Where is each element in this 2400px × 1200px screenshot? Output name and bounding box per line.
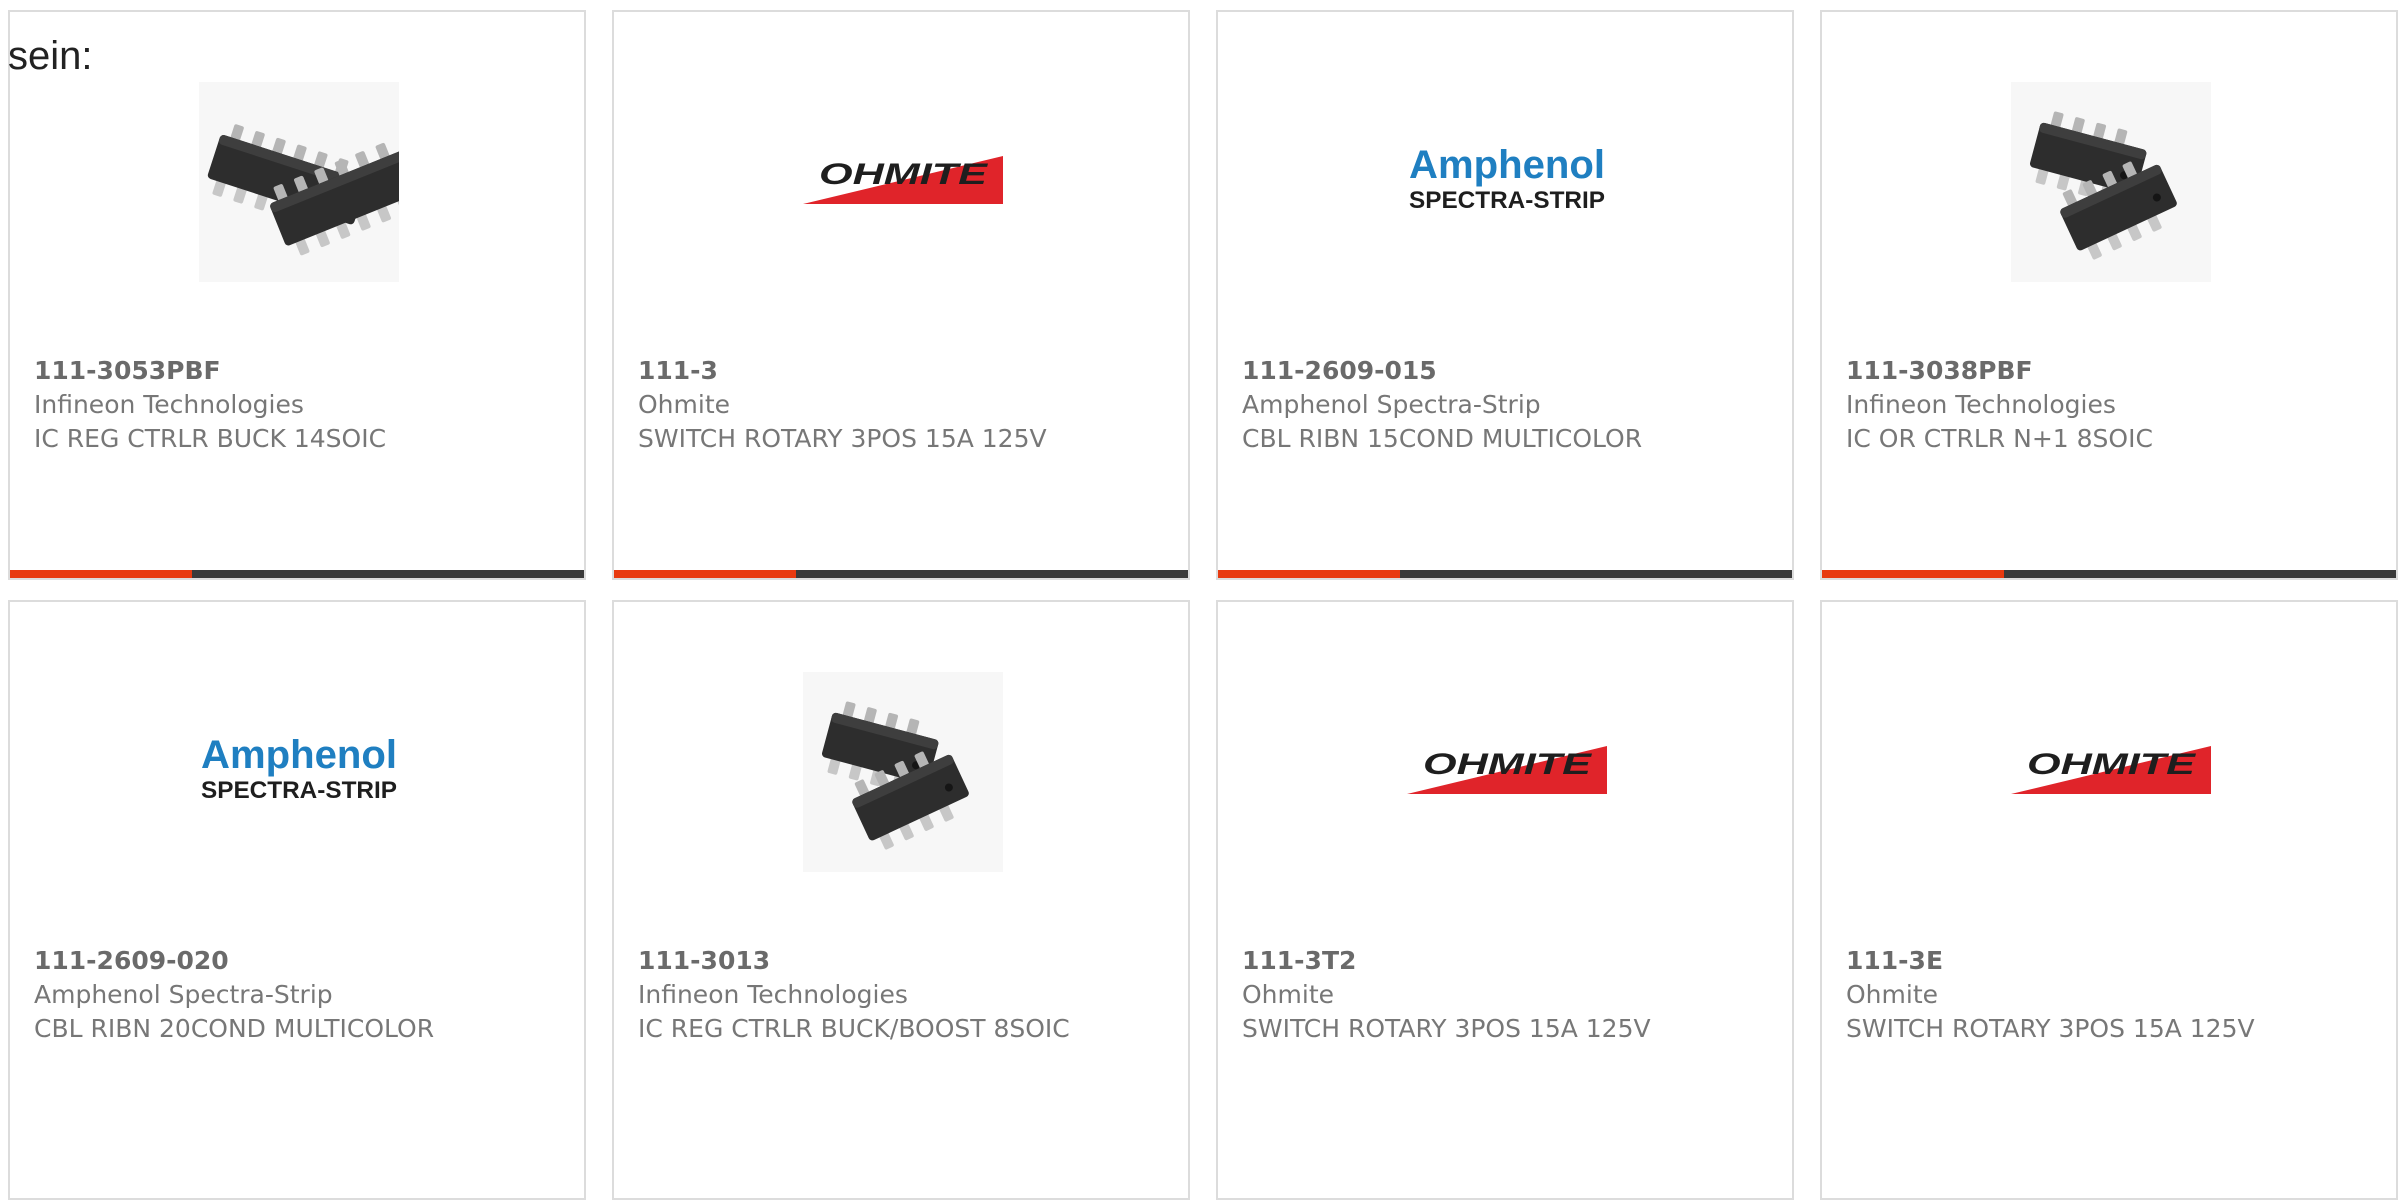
soic-8-chip-svg xyxy=(2011,82,2211,282)
soic-8-chip-image[interactable] xyxy=(2011,82,2211,282)
part-number[interactable]: 111-2609-020 xyxy=(34,944,554,978)
manufacturer: Ohmite xyxy=(1846,980,1939,1009)
description: SWITCH ROTARY 3POS 15A 125V xyxy=(638,424,1047,453)
ohmite-logo-image[interactable]: OHMITE xyxy=(803,82,1003,282)
soic-14-chip-image[interactable] xyxy=(199,82,399,282)
svg-text:OHMITE: OHMITE xyxy=(2027,748,2196,781)
part-number[interactable]: 111-3053PBF xyxy=(34,354,554,388)
svg-text:OHMITE: OHMITE xyxy=(819,158,988,191)
ohmite-logo-image[interactable]: OHMITE xyxy=(1407,672,1607,872)
product-card[interactable]: Amphenol SPECTRA-STRIP 111-2609-020 Amph… xyxy=(8,600,586,1200)
card-bar xyxy=(614,570,1188,578)
description: IC REG CTRLR BUCK 14SOIC xyxy=(34,424,387,453)
amphenol-logo-image[interactable]: Amphenol SPECTRA-STRIP xyxy=(199,672,399,872)
svg-text:SPECTRA-STRIP: SPECTRA-STRIP xyxy=(201,777,397,804)
product-card[interactable]: 111-3013 Infineon Technologies IC REG CT… xyxy=(612,600,1190,1200)
soic-8-chip-image[interactable] xyxy=(803,672,1003,872)
product-info: 111-2609-015 Amphenol Spectra-Strip CBL … xyxy=(1242,354,1762,456)
soic-14-chip-svg xyxy=(199,82,399,282)
card-bar-accent xyxy=(614,570,796,578)
manufacturer: Infineon Technologies xyxy=(34,390,304,419)
amphenol-logo-svg: Amphenol SPECTRA-STRIP xyxy=(1409,143,1605,214)
manufacturer: Ohmite xyxy=(1242,980,1335,1009)
manufacturer: Infineon Technologies xyxy=(638,980,908,1009)
product-info: 111-3013 Infineon Technologies IC REG CT… xyxy=(638,944,1158,1046)
description: SWITCH ROTARY 3POS 15A 125V xyxy=(1242,1014,1651,1043)
intro-label: sein: xyxy=(8,34,93,78)
amphenol-logo-image[interactable]: Amphenol SPECTRA-STRIP xyxy=(1407,82,1607,282)
product-info: 111-3 Ohmite SWITCH ROTARY 3POS 15A 125V xyxy=(638,354,1158,456)
product-card[interactable]: 111-3053PBF Infineon Technologies IC REG… xyxy=(8,10,586,580)
product-card[interactable]: OHMITE 111-3T2 Ohmite SWITCH ROTARY 3POS… xyxy=(1216,600,1794,1200)
card-bar xyxy=(1218,570,1792,578)
product-info: 111-3E Ohmite SWITCH ROTARY 3POS 15A 125… xyxy=(1846,944,2366,1046)
svg-text:Amphenol: Amphenol xyxy=(1409,143,1605,187)
card-bar-accent xyxy=(10,570,192,578)
amphenol-logo-svg: Amphenol SPECTRA-STRIP xyxy=(201,733,397,804)
description: SWITCH ROTARY 3POS 15A 125V xyxy=(1846,1014,2255,1043)
svg-text:Amphenol: Amphenol xyxy=(201,733,397,777)
part-number[interactable]: 111-3T2 xyxy=(1242,944,1762,978)
manufacturer: Amphenol Spectra-Strip xyxy=(34,980,333,1009)
manufacturer: Ohmite xyxy=(638,390,731,419)
svg-text:SPECTRA-STRIP: SPECTRA-STRIP xyxy=(1409,187,1605,214)
product-card[interactable]: OHMITE 111-3E Ohmite SWITCH ROTARY 3POS … xyxy=(1820,600,2398,1200)
description: IC OR CTRLR N+1 8SOIC xyxy=(1846,424,2153,453)
product-card[interactable]: Amphenol SPECTRA-STRIP 111-2609-015 Amph… xyxy=(1216,10,1794,580)
description: IC REG CTRLR BUCK/BOOST 8SOIC xyxy=(638,1014,1070,1043)
manufacturer: Infineon Technologies xyxy=(1846,390,2116,419)
card-bar xyxy=(10,570,584,578)
card-bar-accent xyxy=(1822,570,2004,578)
product-info: 111-3T2 Ohmite SWITCH ROTARY 3POS 15A 12… xyxy=(1242,944,1762,1046)
product-card[interactable]: 111-3038PBF Infineon Technologies IC OR … xyxy=(1820,10,2398,580)
svg-text:OHMITE: OHMITE xyxy=(1423,748,1592,781)
part-number[interactable]: 111-3013 xyxy=(638,944,1158,978)
part-number[interactable]: 111-3E xyxy=(1846,944,2366,978)
part-number[interactable]: 111-3038PBF xyxy=(1846,354,2366,388)
part-number[interactable]: 111-3 xyxy=(638,354,1158,388)
ohmite-logo-svg: OHMITE xyxy=(1407,746,1607,794)
manufacturer: Amphenol Spectra-Strip xyxy=(1242,390,1541,419)
description: CBL RIBN 20COND MULTICOLOR xyxy=(34,1014,435,1043)
soic-8-chip-svg xyxy=(803,672,1003,872)
description: CBL RIBN 15COND MULTICOLOR xyxy=(1242,424,1643,453)
product-info: 111-3038PBF Infineon Technologies IC OR … xyxy=(1846,354,2366,456)
card-bar xyxy=(1822,570,2396,578)
ohmite-logo-image[interactable]: OHMITE xyxy=(2011,672,2211,872)
product-card[interactable]: OHMITE 111-3 Ohmite SWITCH ROTARY 3POS 1… xyxy=(612,10,1190,580)
ohmite-logo-svg: OHMITE xyxy=(2011,746,2211,794)
product-grid: 111-3053PBF Infineon Technologies IC REG… xyxy=(8,10,2400,1200)
ohmite-logo-svg: OHMITE xyxy=(803,156,1003,204)
product-info: 111-2609-020 Amphenol Spectra-Strip CBL … xyxy=(34,944,554,1046)
part-number[interactable]: 111-2609-015 xyxy=(1242,354,1762,388)
product-info: 111-3053PBF Infineon Technologies IC REG… xyxy=(34,354,554,456)
card-bar-accent xyxy=(1218,570,1400,578)
